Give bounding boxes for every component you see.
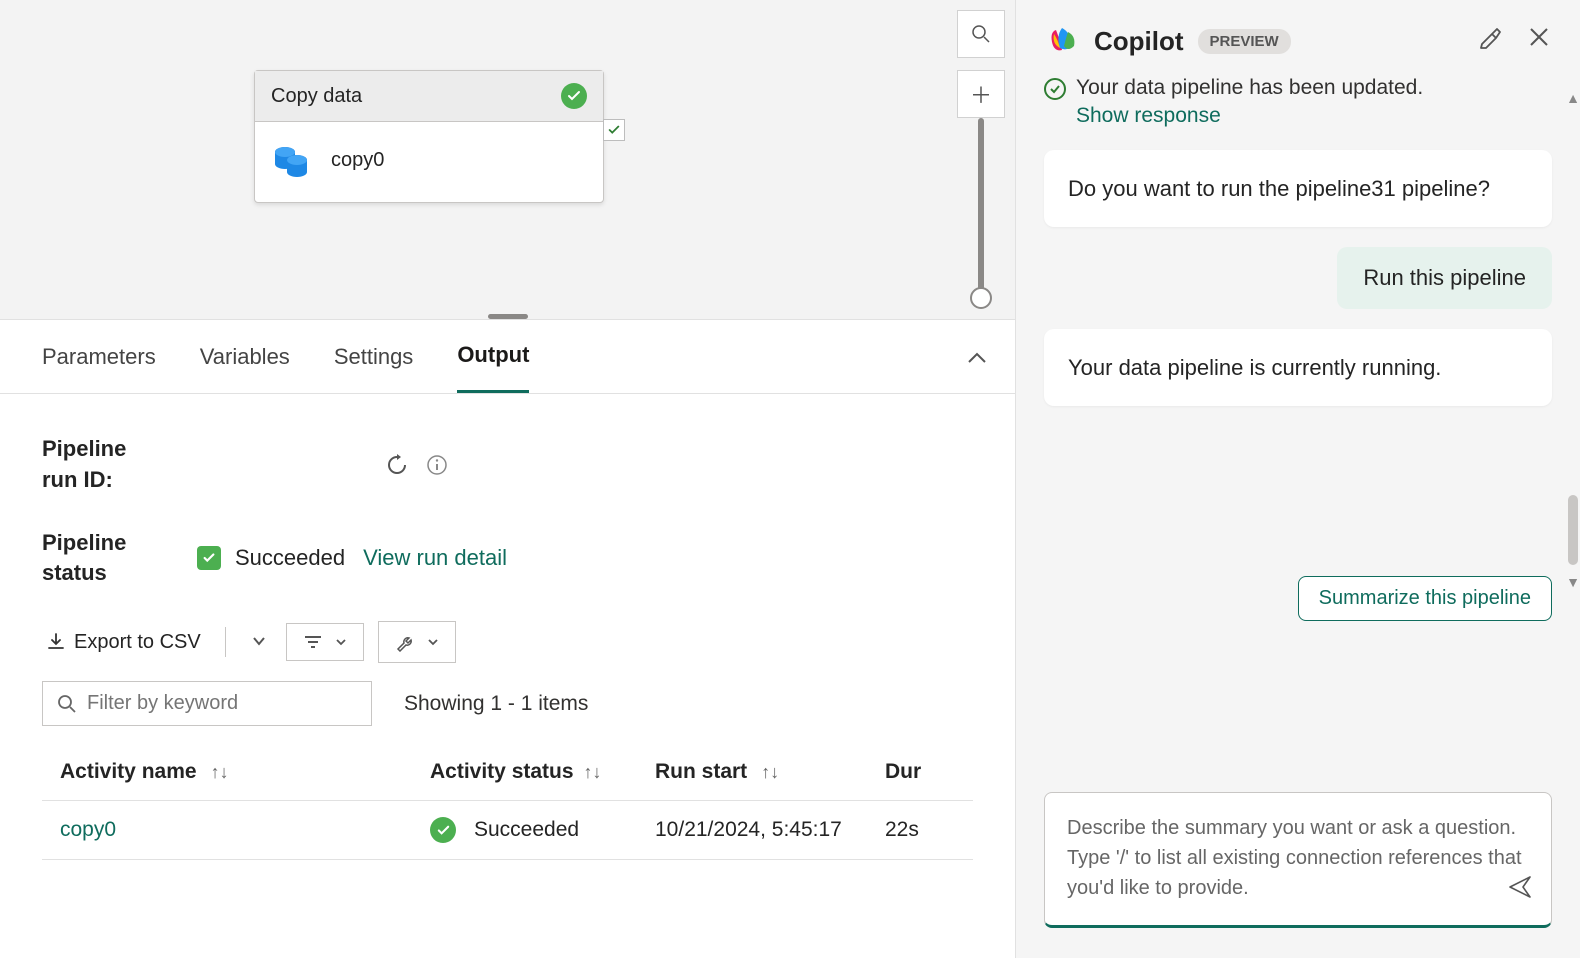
copilot-body: Your data pipeline has been updated. Sho…: [1016, 76, 1580, 776]
output-table: Activity name ↑↓ Activity status ↑↓ Run …: [42, 744, 973, 860]
prev-message-text: Your data pipeline has been updated.: [1044, 76, 1552, 100]
activity-node-copy-data[interactable]: Copy data copy0: [254, 70, 604, 203]
cell-activity-name[interactable]: copy0: [60, 818, 116, 842]
cell-activity-status: Succeeded: [474, 818, 579, 842]
clear-icon[interactable]: [1478, 26, 1502, 57]
copilot-logo-icon: [1046, 24, 1080, 58]
filter-keyword-input-wrap[interactable]: [42, 681, 372, 726]
export-dropdown[interactable]: [246, 633, 272, 651]
refresh-icon[interactable]: [382, 450, 412, 480]
canvas-tools: ＋: [957, 10, 1005, 298]
activity-name: copy0: [331, 149, 384, 172]
output-toolbar: Export to CSV: [42, 621, 973, 663]
sort-icon[interactable]: ↑↓: [761, 762, 779, 783]
zoom-slider[interactable]: [978, 118, 984, 298]
prev-message-truncated: Your data pipeline has been updated.: [1044, 76, 1552, 100]
export-label: Export to CSV: [74, 631, 201, 654]
sort-icon[interactable]: ↑↓: [211, 762, 229, 783]
filter-row: Showing 1 - 1 items: [42, 681, 973, 726]
check-circle-icon: [1044, 78, 1066, 100]
success-icon: [561, 83, 587, 109]
status-value: Succeeded: [235, 545, 345, 571]
scroll-down-icon[interactable]: ▼: [1566, 574, 1580, 590]
info-icon[interactable]: [422, 450, 452, 480]
search-icon: [57, 694, 77, 714]
zoom-search-button[interactable]: [957, 10, 1005, 58]
suggestion-chip[interactable]: Summarize this pipeline: [1298, 576, 1552, 621]
divider: [225, 627, 226, 657]
col-activity-status: Activity status: [430, 760, 574, 784]
assistant-message: Do you want to run the pipeline31 pipeli…: [1044, 150, 1552, 227]
close-icon[interactable]: [1528, 26, 1550, 57]
zoom-slider-thumb[interactable]: [970, 287, 992, 309]
pipeline-status-row: Pipeline status Succeeded View run detai…: [42, 528, 973, 590]
copilot-header: Copilot PREVIEW: [1016, 0, 1580, 76]
user-message: Run this pipeline: [1337, 247, 1552, 309]
detail-tabs: Parameters Variables Settings Output: [0, 320, 1015, 394]
sort-icon[interactable]: ↑↓: [584, 762, 602, 783]
run-id-label: Pipeline run ID:: [42, 434, 162, 496]
panel-resize-handle[interactable]: [488, 314, 528, 319]
cell-run-start: 10/21/2024, 5:45:17: [655, 818, 842, 841]
scroll-up-icon[interactable]: ▲: [1566, 90, 1580, 106]
node-success-handle[interactable]: [603, 119, 625, 141]
tab-settings[interactable]: Settings: [334, 322, 414, 392]
col-run-start: Run start: [655, 760, 747, 784]
tab-output[interactable]: Output: [457, 320, 529, 393]
copilot-panel: Copilot PREVIEW Your data pipeline has b…: [1016, 0, 1580, 958]
col-activity-name: Activity name: [60, 760, 197, 784]
activity-body: copy0: [255, 122, 603, 202]
scrollbar[interactable]: ▲ ▼: [1568, 90, 1578, 590]
pipeline-canvas[interactable]: Copy data copy0: [0, 0, 1015, 320]
preview-badge: PREVIEW: [1198, 29, 1291, 54]
send-icon[interactable]: [1507, 872, 1533, 911]
activity-header: Copy data: [255, 71, 603, 122]
collapse-panel-button[interactable]: [967, 344, 987, 370]
show-response-link[interactable]: Show response: [1044, 104, 1552, 128]
col-duration: Dur: [885, 760, 921, 783]
filter-options-button[interactable]: [286, 623, 364, 661]
tab-parameters[interactable]: Parameters: [42, 322, 156, 392]
tools-button[interactable]: [378, 621, 456, 663]
export-csv-button[interactable]: Export to CSV: [42, 623, 205, 662]
filter-keyword-input[interactable]: [87, 692, 357, 715]
cell-duration: 22s: [885, 818, 919, 841]
copilot-title: Copilot: [1094, 26, 1184, 57]
showing-count: Showing 1 - 1 items: [404, 692, 588, 716]
status-label: Pipeline status: [42, 528, 162, 590]
scroll-thumb[interactable]: [1568, 495, 1578, 565]
zoom-in-button[interactable]: ＋: [957, 70, 1005, 118]
success-icon: [430, 817, 456, 843]
status-success-icon: [197, 546, 221, 570]
view-run-detail-link[interactable]: View run detail: [363, 545, 507, 571]
output-content: Pipeline run ID: Pipeline status Succeed…: [0, 394, 1015, 958]
database-icon: [271, 140, 311, 180]
tab-variables[interactable]: Variables: [200, 322, 290, 392]
suggestion-row: Summarize this pipeline: [1044, 426, 1552, 621]
pipeline-run-id-row: Pipeline run ID:: [42, 434, 973, 496]
main-area: Copy data copy0: [0, 0, 1016, 958]
table-row[interactable]: copy0 Succeeded 10/21/2024, 5:45:17 22s: [42, 801, 973, 860]
composer-placeholder: Describe the summary you want or ask a q…: [1067, 813, 1529, 903]
assistant-message: Your data pipeline is currently running.: [1044, 329, 1552, 406]
activity-title: Copy data: [271, 85, 362, 108]
composer[interactable]: Describe the summary you want or ask a q…: [1044, 792, 1552, 928]
table-header: Activity name ↑↓ Activity status ↑↓ Run …: [42, 744, 973, 801]
